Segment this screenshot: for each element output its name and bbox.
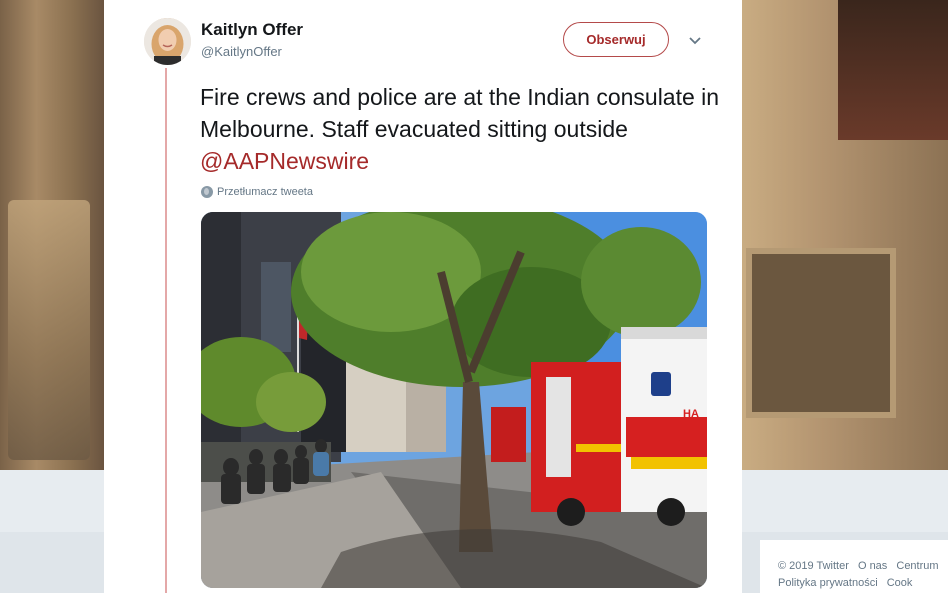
footer-link-privacy[interactable]: Polityka prywatności [778, 577, 878, 589]
background-left [0, 0, 104, 470]
tweet-photo[interactable]: HA [201, 212, 707, 588]
translate-link[interactable]: Przetłumacz tweeta [201, 186, 313, 198]
globe-icon [201, 186, 213, 198]
footer-link-help[interactable]: Centrum [896, 560, 938, 572]
footer-link-about[interactable]: O nas [858, 560, 887, 572]
avatar[interactable] [144, 18, 191, 65]
truck-label: HA [683, 408, 699, 420]
author-handle[interactable]: @KaitlynOffer [201, 44, 282, 59]
footer-copyright: © 2019 Twitter [778, 560, 849, 572]
background-pillar [8, 200, 90, 460]
chevron-down-icon[interactable] [687, 32, 703, 48]
photo-scene: HA [201, 212, 707, 588]
mention-link[interactable]: @AAPNewswire [200, 148, 369, 174]
author-name[interactable]: Kaitlyn Offer [201, 20, 303, 40]
tweet-text-body: Fire crews and police are at the Indian … [200, 84, 720, 142]
background-shelf [838, 0, 948, 140]
footer-link-cookies[interactable]: Cook [887, 577, 913, 589]
follow-button[interactable]: Obserwuj [563, 22, 669, 57]
translate-label: Przetłumacz tweeta [217, 186, 313, 198]
tweet-card: Kaitlyn Offer @KaitlynOffer Obserwuj Fir… [104, 0, 742, 593]
background-right [742, 0, 948, 470]
thread-line [165, 68, 167, 593]
footer-links: © 2019 Twitter O nas Centrum Polityka pr… [760, 540, 948, 593]
background-frame [746, 248, 896, 418]
tweet-text: Fire crews and police are at the Indian … [200, 81, 720, 177]
